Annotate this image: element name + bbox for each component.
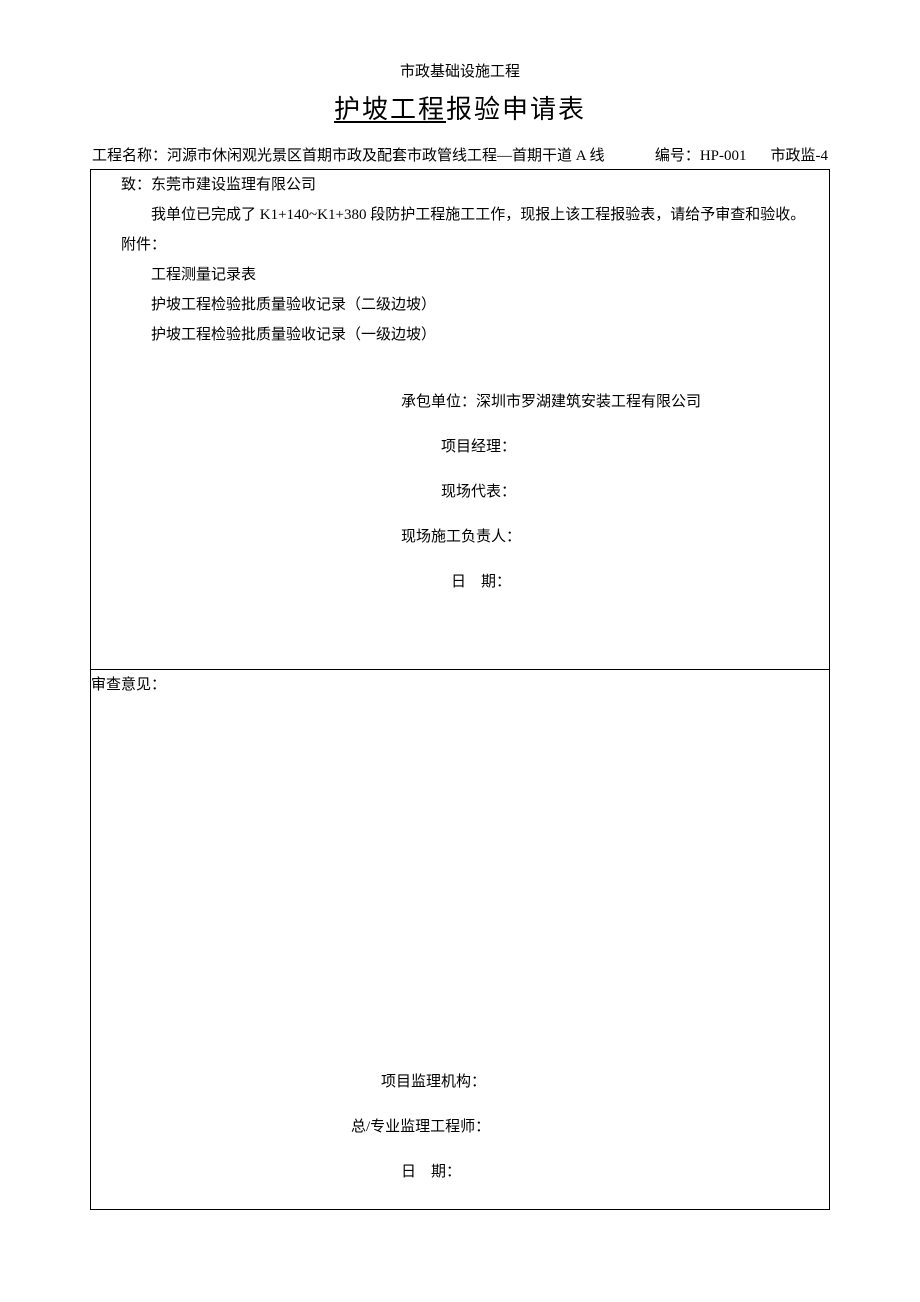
attach-item-1: 护坡工程检验批质量验收记录（二级边坡） xyxy=(91,290,829,320)
pm-line: 项目经理： xyxy=(91,425,829,470)
project-name-label: 工程名称： xyxy=(92,148,167,164)
attach-item-0: 工程测量记录表 xyxy=(91,260,829,290)
number-label: 编号： xyxy=(655,148,700,164)
lower-date-line: 日期： xyxy=(91,1150,829,1195)
project-name-value: 河源市休闲观光景区首期市政及配套市政管线工程—首期干道 A 线 xyxy=(167,148,605,164)
date-pre: 日 xyxy=(451,574,481,590)
opinion-label: 审查意见： xyxy=(91,670,829,700)
doc-type-label: 市政基础设施工程 xyxy=(90,60,830,81)
engineer-line: 总/专业监理工程师： xyxy=(91,1105,829,1150)
lower-section: 审查意见： 项目监理机构： 总/专业监理工程师： 日期： xyxy=(91,670,830,1210)
doc-title: 护坡工程报验申请表 xyxy=(90,89,830,126)
form-table: 致：东莞市建设监理有限公司 我单位已完成了 K1+140~K1+380 段防护工… xyxy=(90,169,830,1210)
attach-item-2: 护坡工程检验批质量验收记录（一级边坡） xyxy=(91,320,829,350)
title-rest: 报验申请表 xyxy=(446,95,586,124)
contractor-value: 深圳市罗湖建筑安装工程有限公司 xyxy=(476,394,701,410)
number-value: HP-001 xyxy=(700,148,747,164)
lower-signature-block: 项目监理机构： 总/专业监理工程师： 日期： xyxy=(91,1060,829,1195)
rep-line: 现场代表： xyxy=(91,470,829,515)
lower-date-post: 期： xyxy=(431,1164,461,1180)
date-post: 期： xyxy=(481,574,511,590)
lower-date-pre: 日 xyxy=(401,1164,431,1180)
attach-label: 附件： xyxy=(91,230,829,260)
info-line: 工程名称：河源市休闲观光景区首期市政及配套市政管线工程—首期干道 A 线 编号：… xyxy=(90,144,830,165)
site-lead-line: 现场施工负责人： xyxy=(91,515,829,560)
form-code: 市政监-4 xyxy=(771,144,829,165)
body-line: 我单位已完成了 K1+140~K1+380 段防护工程施工工作，现报上该工程报验… xyxy=(91,200,829,230)
title-underlined: 护坡工程 xyxy=(334,95,446,124)
org-line: 项目监理机构： xyxy=(91,1060,829,1105)
upper-section: 致：东莞市建设监理有限公司 我单位已完成了 K1+140~K1+380 段防护工… xyxy=(91,170,830,670)
to-line: 致：东莞市建设监理有限公司 xyxy=(91,170,829,200)
contractor-line: 承包单位：深圳市罗湖建筑安装工程有限公司 xyxy=(91,380,829,425)
contractor-label: 承包单位： xyxy=(401,394,476,410)
date-line: 日期： xyxy=(91,560,829,605)
upper-signature-block: 承包单位：深圳市罗湖建筑安装工程有限公司 项目经理： 现场代表： 现场施工负责人… xyxy=(91,380,829,605)
